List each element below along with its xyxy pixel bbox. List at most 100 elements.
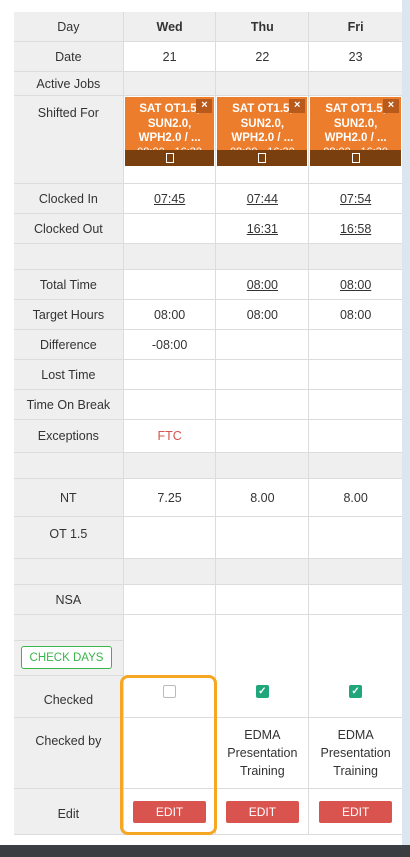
active-jobs-row: Active Jobs <box>14 72 403 96</box>
lost-time-label: Lost Time <box>14 360 124 390</box>
clocked-out-thu-link[interactable]: 16:31 <box>247 222 278 236</box>
shift-footer <box>217 150 308 166</box>
clocked-out-fri-link[interactable]: 16:58 <box>340 222 371 236</box>
shifted-for-label: Shifted For <box>14 96 124 184</box>
active-jobs-thu <box>216 72 310 96</box>
exceptions-label: Exceptions <box>14 420 124 453</box>
difference-row: Difference -08:00 <box>14 330 403 360</box>
date-fri: 23 <box>309 42 403 72</box>
difference-thu <box>216 330 310 360</box>
shift-title-line: SUN2.0, <box>147 117 192 130</box>
nt-label: NT <box>14 479 124 517</box>
shift-title-line: WPH2.0 / ... <box>231 132 294 144</box>
checked-by-row: Checked by EDMA Presentation Training ED… <box>14 718 403 789</box>
bottom-bar <box>0 845 410 857</box>
total-time-thu[interactable]: 08:00 <box>247 278 278 292</box>
building-icon <box>351 153 360 163</box>
day-label: Day <box>14 12 124 42</box>
clocked-in-label: Clocked In <box>14 184 124 214</box>
next-column-edge <box>402 0 410 845</box>
exceptions-row: Exceptions FTC <box>14 420 403 453</box>
checked-by-text: EDMA <box>244 728 281 742</box>
shifted-for-row: Shifted For × SAT OT1.5, SUN2.0, WPH2.0 … <box>14 96 403 184</box>
day-header-row: Day Wed Thu Fri <box>14 12 403 42</box>
spacer-row <box>14 453 403 479</box>
checked-by-thu: EDMA Presentation Training <box>216 718 310 789</box>
building-icon <box>258 153 267 163</box>
nt-fri: 8.00 <box>309 479 403 517</box>
date-row: Date 21 22 23 <box>14 42 403 72</box>
nt-wed: 7.25 <box>123 479 217 517</box>
checked-by-text: Presentation <box>320 746 391 760</box>
exception-wed[interactable]: FTC <box>123 420 217 453</box>
exception-thu <box>216 420 310 453</box>
shift-cell-wed: × SAT OT1.5, SUN2.0, WPH2.0 / ... 08:00 … <box>123 96 217 184</box>
shift-card[interactable]: × SAT OT1.5, SUN2.0, WPH2.0 / ... 08:00 … <box>310 97 402 166</box>
target-hours-fri: 08:00 <box>309 300 403 330</box>
spacer-row <box>14 559 403 585</box>
edit-button-wed[interactable]: EDIT <box>133 800 207 823</box>
difference-label: Difference <box>14 330 124 360</box>
checked-by-text: Training <box>240 764 285 778</box>
target-hours-label: Target Hours <box>14 300 124 330</box>
checked-checkbox-thu[interactable]: ✓ <box>255 685 269 698</box>
close-icon[interactable]: × <box>289 99 306 113</box>
checked-checkbox-fri[interactable]: ✓ <box>349 685 363 698</box>
close-icon[interactable]: × <box>196 99 213 113</box>
date-thu: 22 <box>216 42 310 72</box>
exception-fri <box>309 420 403 453</box>
total-time-row: Total Time 08:00 08:00 <box>14 270 403 300</box>
edit-button-thu[interactable]: EDIT <box>225 800 299 823</box>
day-header-wed: Wed <box>123 12 217 42</box>
day-header-thu: Thu <box>216 12 310 42</box>
total-time-fri[interactable]: 08:00 <box>340 278 371 292</box>
active-jobs-wed <box>123 72 217 96</box>
shift-card[interactable]: × SAT OT1.5, SUN2.0, WPH2.0 / ... 08:00 … <box>124 97 215 166</box>
date-wed: 21 <box>123 42 217 72</box>
spacer-row <box>14 244 403 270</box>
checked-by-text: Presentation <box>227 746 298 760</box>
spacer-row <box>14 615 403 641</box>
edit-button-fri[interactable]: EDIT <box>319 800 393 823</box>
check-days-button[interactable]: CHECK DAYS <box>21 646 112 669</box>
shift-title-line: WPH2.0 / ... <box>324 132 387 144</box>
clocked-in-row: Clocked In 07:45 07:44 07:54 <box>14 184 403 214</box>
shift-footer <box>124 150 215 166</box>
edit-label: Edit <box>14 789 124 835</box>
clocked-in-thu-link[interactable]: 07:44 <box>247 192 278 206</box>
shift-cell-thu: × SAT OT1.5, SUN2.0, WPH2.0 / ... 08:00 … <box>216 96 310 184</box>
checked-checkbox-wed[interactable] <box>163 685 177 698</box>
edit-row: Edit EDIT EDIT EDIT <box>14 789 403 835</box>
checked-row: Checked ✓ ✓ <box>14 676 403 718</box>
clocked-out-row: Clocked Out 16:31 16:58 <box>14 214 403 244</box>
nt-row: NT 7.25 8.00 8.00 <box>14 479 403 517</box>
active-jobs-fri <box>309 72 403 96</box>
checked-by-label: Checked by <box>14 718 124 789</box>
time-on-break-row: Time On Break <box>14 390 403 420</box>
shift-title-line: SUN2.0, <box>240 117 285 130</box>
ot15-label: OT 1.5 <box>14 517 124 559</box>
difference-fri <box>309 330 403 360</box>
shift-title-line: WPH2.0 / ... <box>138 132 201 144</box>
nt-thu: 8.00 <box>216 479 310 517</box>
time-on-break-label: Time On Break <box>14 390 124 420</box>
ot15-row: OT 1.5 <box>14 517 403 559</box>
nsa-row: NSA <box>14 585 403 615</box>
checked-by-text: EDMA <box>337 728 374 742</box>
target-hours-row: Target Hours 08:00 08:00 08:00 <box>14 300 403 330</box>
target-hours-thu: 08:00 <box>216 300 310 330</box>
date-label: Date <box>14 42 124 72</box>
shift-cell-fri: × SAT OT1.5, SUN2.0, WPH2.0 / ... 08:00 … <box>309 96 403 184</box>
day-header-fri: Fri <box>309 12 403 42</box>
lost-time-row: Lost Time <box>14 360 403 390</box>
close-icon[interactable]: × <box>383 99 400 113</box>
active-jobs-label: Active Jobs <box>14 72 124 96</box>
checked-by-text: Training <box>333 764 378 778</box>
checked-label: Checked <box>14 676 124 718</box>
clocked-in-wed-link[interactable]: 07:45 <box>154 192 185 206</box>
clocked-in-fri-link[interactable]: 07:54 <box>340 192 371 206</box>
shift-card[interactable]: × SAT OT1.5, SUN2.0, WPH2.0 / ... 08:00 … <box>217 97 308 166</box>
shift-title-line: SUN2.0, <box>333 117 378 130</box>
clocked-out-label: Clocked Out <box>14 214 124 244</box>
building-icon <box>165 153 174 163</box>
